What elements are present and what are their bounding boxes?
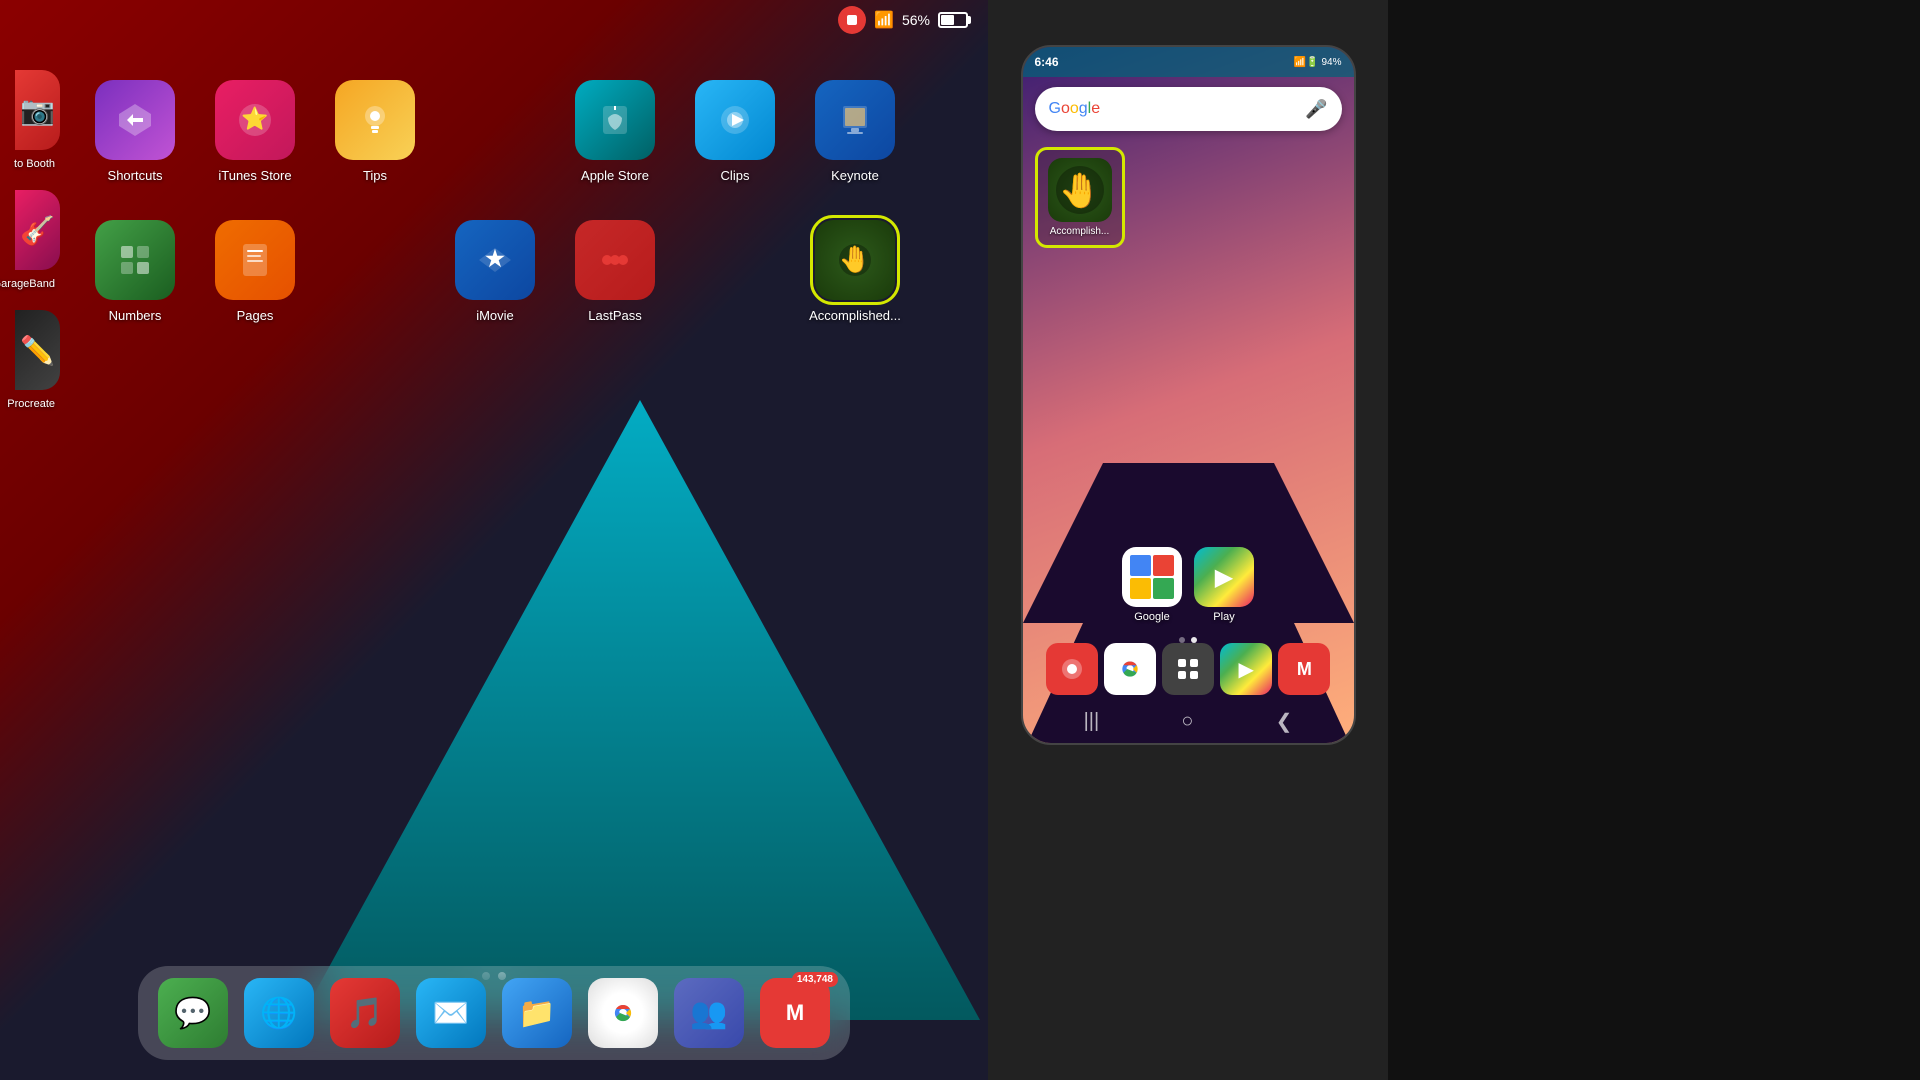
empty-slot-2: [320, 220, 430, 350]
phone-play-app[interactable]: ▶ Play: [1194, 547, 1254, 623]
gmail-badge: 143,748: [792, 972, 838, 987]
itunes-icon: ⭐: [215, 80, 295, 160]
phone-google-icon: [1122, 547, 1182, 607]
phone-nav-back[interactable]: ❮: [1276, 709, 1293, 734]
dock-safari[interactable]: 🌐: [244, 978, 314, 1048]
phone-home-apps: Google ▶ Play: [1035, 547, 1342, 623]
imovie-icon: ★: [455, 220, 535, 300]
mic-icon[interactable]: 🎤: [1305, 99, 1327, 120]
phone-accomplished-label: Accomplish...: [1050, 226, 1109, 237]
phone-screen: 6:46 📶🔋 94% Google 🎤 🤚 Accomplish...: [1021, 45, 1356, 745]
phone-dock-gmail[interactable]: M: [1278, 643, 1330, 695]
shortcuts-icon: [95, 80, 175, 160]
phone-google-label: Google: [1134, 611, 1169, 623]
app-shortcuts[interactable]: Shortcuts: [80, 80, 190, 210]
app-itunes[interactable]: ⭐ iTunes Store: [200, 80, 310, 210]
dock-messages[interactable]: 💬: [158, 978, 228, 1048]
phone-icons: 📶🔋: [1294, 57, 1319, 68]
numbers-icon: [95, 220, 175, 300]
app-pages[interactable]: Pages: [200, 220, 310, 350]
app-numbers[interactable]: Numbers: [80, 220, 190, 350]
apple-store-icon: [575, 80, 655, 160]
tips-label: Tips: [363, 168, 387, 183]
dock-mail[interactable]: ✉️: [416, 978, 486, 1048]
app-clips[interactable]: Clips: [680, 80, 790, 210]
phone-accomplished-highlight[interactable]: 🤚 Accomplish...: [1035, 147, 1125, 248]
dock-gmail[interactable]: M 143,748: [760, 978, 830, 1048]
pages-label: Pages: [237, 308, 274, 323]
accomplished-icon: 🤚: [815, 220, 895, 300]
right-area: [1388, 0, 1920, 1080]
app-keynote[interactable]: Keynote: [800, 80, 910, 210]
svg-text:★: ★: [485, 246, 505, 271]
phone-dock-chrome[interactable]: [1104, 643, 1156, 695]
phone-nav-home[interactable]: ○: [1181, 710, 1193, 733]
svg-text:⭐: ⭐: [241, 106, 268, 131]
svg-text:🤚: 🤚: [1058, 171, 1100, 210]
phone-dock-record[interactable]: [1046, 643, 1098, 695]
phone-dock-playstore[interactable]: ▶: [1220, 643, 1272, 695]
app-apple-store[interactable]: Apple Store: [560, 80, 670, 210]
phone-wrapper: 6:46 📶🔋 94% Google 🎤 🤚 Accomplish...: [988, 0, 1388, 1080]
record-dot: [847, 15, 857, 25]
dock-files[interactable]: 📁: [502, 978, 572, 1048]
phone-nav-recents[interactable]: |||: [1084, 710, 1100, 733]
battery-percent: 56%: [902, 12, 930, 28]
ipad-screen: 📶 56% 📷 to Booth 🎸 GarageBand ✏️ Procrea…: [0, 0, 988, 1080]
dock-music[interactable]: 🎵: [330, 978, 400, 1048]
google-search-input[interactable]: [1110, 101, 1295, 117]
apple-store-label: Apple Store: [581, 168, 649, 183]
wifi-icon: 📶: [874, 10, 894, 30]
phone-navbar: ||| ○ ❮: [1023, 699, 1354, 743]
dock-teams[interactable]: 👥: [674, 978, 744, 1048]
app-imovie[interactable]: ★ iMovie: [440, 220, 550, 350]
google-search-bar[interactable]: Google 🎤: [1035, 87, 1342, 131]
record-button[interactable]: [838, 6, 866, 34]
lastpass-label: LastPass: [588, 308, 641, 323]
numbers-label: Numbers: [109, 308, 162, 323]
keynote-label: Keynote: [831, 168, 879, 183]
google-logo: Google: [1049, 100, 1101, 118]
app-tips[interactable]: Tips: [320, 80, 430, 210]
clips-icon: [695, 80, 775, 160]
phone-play-label: Play: [1213, 611, 1234, 623]
phone-google-app[interactable]: Google: [1122, 547, 1182, 623]
battery-fill: [941, 15, 954, 25]
phone-statusbar: 6:46 📶🔋 94%: [1023, 47, 1354, 77]
phone-dock: ▶ M: [1023, 643, 1354, 695]
phone-dock-launcher[interactable]: [1162, 643, 1214, 695]
phone-accomplished-icon: 🤚: [1048, 158, 1112, 222]
battery-icon: [938, 12, 968, 28]
empty-slot-1: [440, 80, 550, 210]
phone-time: 6:46: [1035, 55, 1059, 69]
row3-empty1: [680, 220, 790, 350]
dock-chrome[interactable]: [588, 978, 658, 1048]
phone-play-icon: ▶: [1194, 547, 1254, 607]
phone-battery: 94%: [1321, 57, 1341, 68]
lastpass-icon: [575, 220, 655, 300]
app-lastpass[interactable]: LastPass: [560, 220, 670, 350]
ipad-app-grid: Shortcuts ⭐ iTunes Store Tips Apple Stor…: [0, 60, 988, 510]
itunes-label: iTunes Store: [218, 168, 291, 183]
pages-icon: [215, 220, 295, 300]
phone-status-right: 📶🔋 94%: [1294, 57, 1342, 68]
accomplished-label: Accomplished...: [809, 308, 901, 323]
tips-icon: [335, 80, 415, 160]
ipad-statusbar: 📶 56%: [0, 0, 988, 40]
svg-text:🤚: 🤚: [839, 244, 871, 274]
clips-label: Clips: [721, 168, 750, 183]
keynote-icon: [815, 80, 895, 160]
app-accomplished[interactable]: 🤚 Accomplished...: [800, 220, 910, 350]
shortcuts-label: Shortcuts: [108, 168, 163, 183]
imovie-label: iMovie: [476, 308, 514, 323]
ipad-dock: 💬 🌐 🎵 ✉️ 📁 👥 M 143,748: [138, 966, 850, 1060]
